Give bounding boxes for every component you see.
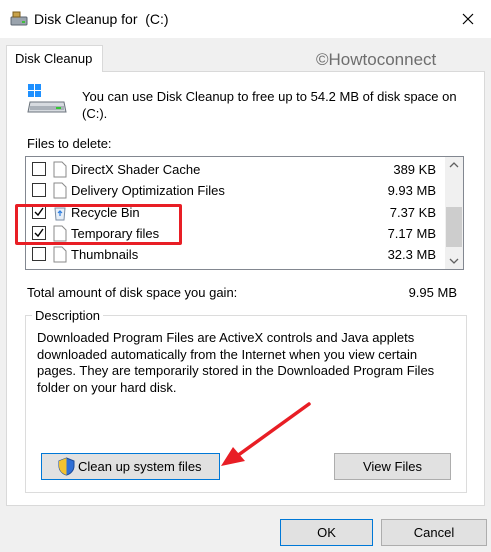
disk-cleanup-app-icon xyxy=(10,11,28,27)
view-files-button[interactable]: View Files xyxy=(334,453,451,480)
drive-icon xyxy=(26,82,68,116)
file-icon xyxy=(53,182,67,199)
description-text: Downloaded Program Files are ActiveX con… xyxy=(37,330,435,395)
list-item[interactable]: Thumbnails 32.3 MB xyxy=(26,244,446,265)
file-icon xyxy=(53,246,67,263)
list-item-size: 7.37 KB xyxy=(389,205,436,220)
ok-button[interactable]: OK xyxy=(280,519,373,546)
cancel-button[interactable]: Cancel xyxy=(381,519,487,546)
title-bar: Disk Cleanup for (C:) xyxy=(0,0,491,38)
clean-up-system-files-label: Clean up system files xyxy=(78,459,202,474)
file-icon xyxy=(53,161,67,178)
intro-text: You can use Disk Cleanup to free up to 5… xyxy=(82,89,457,121)
list-item-label: Delivery Optimization Files xyxy=(71,183,225,198)
tab-disk-cleanup[interactable]: Disk Cleanup xyxy=(6,45,103,72)
total-gain-label: Total amount of disk space you gain: xyxy=(27,285,238,300)
list-item-label: Thumbnails xyxy=(71,247,139,262)
checkbox[interactable] xyxy=(32,247,46,261)
clean-up-system-files-button[interactable]: Clean up system files xyxy=(41,453,220,480)
chevron-down-icon xyxy=(449,258,459,264)
scroll-up-button[interactable] xyxy=(445,157,463,174)
annotation-highlight-box xyxy=(15,204,182,245)
description-legend: Description xyxy=(32,308,104,323)
annotation-arrow-icon xyxy=(221,402,311,466)
vertical-scrollbar[interactable] xyxy=(445,157,463,269)
scroll-down-button[interactable] xyxy=(445,252,463,269)
list-item-size: 389 KB xyxy=(393,162,436,177)
list-item-size: 9.93 MB xyxy=(387,183,436,198)
close-icon xyxy=(462,13,474,25)
list-item[interactable]: DirectX Shader Cache 389 KB xyxy=(26,159,446,180)
scroll-thumb[interactable] xyxy=(446,207,462,247)
watermark: ©Howtoconnect xyxy=(316,50,437,69)
uac-shield-icon xyxy=(58,457,75,476)
list-item-size: 7.17 MB xyxy=(387,226,436,241)
checkbox[interactable] xyxy=(32,183,46,197)
list-item-size: 32.3 MB xyxy=(387,247,436,262)
checkbox[interactable] xyxy=(32,162,46,176)
chevron-up-icon xyxy=(449,162,459,168)
total-gain-value: 9.95 MB xyxy=(408,285,457,300)
list-item[interactable]: Delivery Optimization Files 9.93 MB xyxy=(26,180,446,201)
window-title: Disk Cleanup for (C:) xyxy=(34,11,169,27)
close-button[interactable] xyxy=(445,0,491,38)
files-to-delete-label: Files to delete: xyxy=(27,136,112,151)
list-item-label: DirectX Shader Cache xyxy=(71,162,201,177)
